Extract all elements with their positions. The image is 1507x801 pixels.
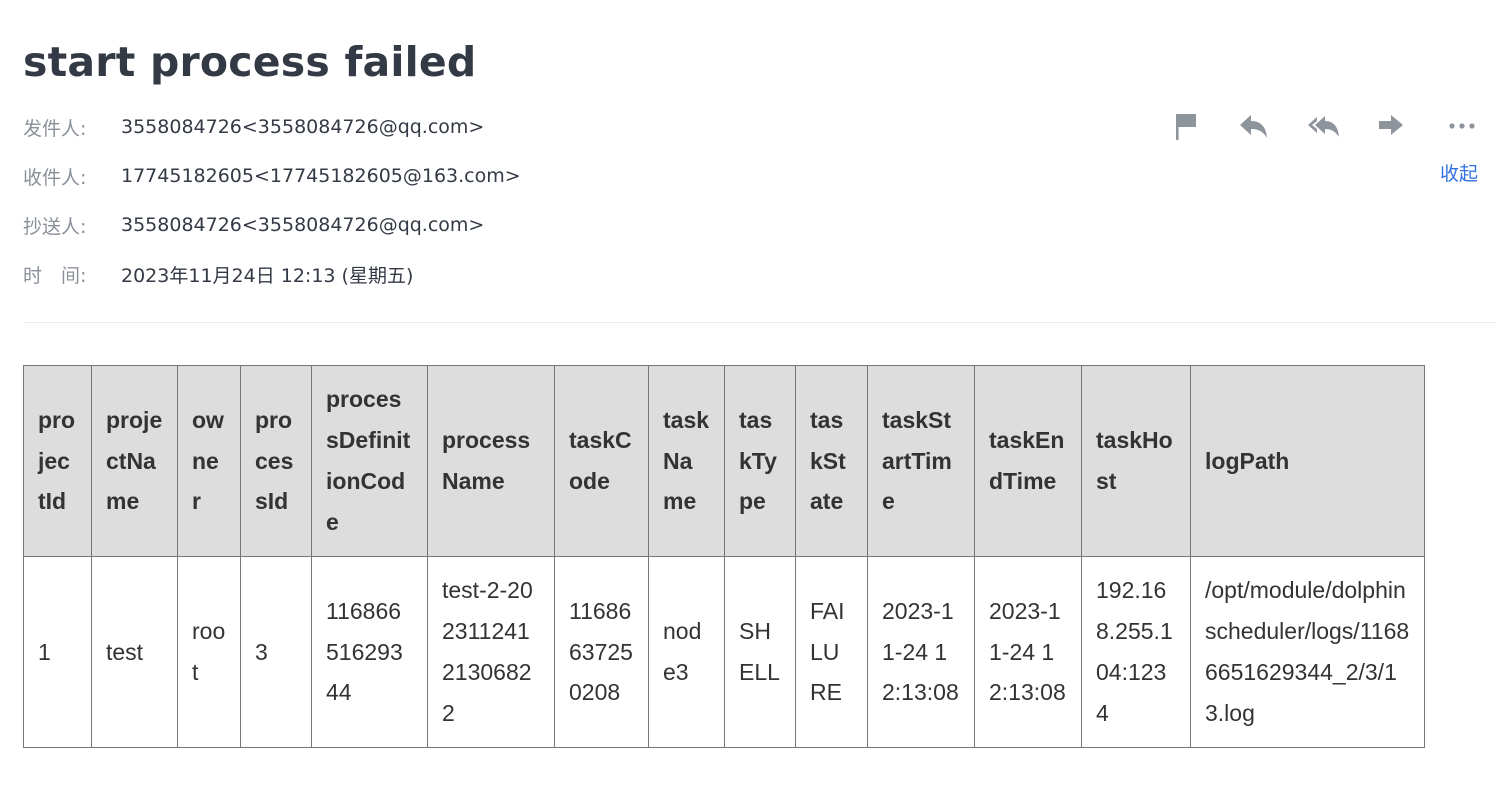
table-cell: root xyxy=(177,556,241,748)
column-header: processDefinitionCode xyxy=(311,365,428,557)
more-icon xyxy=(1449,123,1475,129)
column-header: logPath xyxy=(1190,365,1425,557)
time-value: 2023年11月24日 12:13 (星期五) xyxy=(121,264,414,287)
email-subject: start process failed xyxy=(23,38,477,86)
reply-all-icon xyxy=(1308,116,1339,137)
column-header: taskStartTime xyxy=(867,365,975,557)
cc-value[interactable]: 3558084726<3558084726@qq.com> xyxy=(121,214,484,236)
table-header-row: projectId projectName owner processId pr… xyxy=(23,365,1425,557)
cc-row: 抄送人: 3558084726<3558084726@qq.com> xyxy=(23,212,484,238)
to-row: 收件人: 17745182605<17745182605@163.com> xyxy=(23,163,521,189)
flag-icon xyxy=(1176,114,1196,140)
column-header: taskCode xyxy=(554,365,649,557)
to-value[interactable]: 17745182605<17745182605@163.com> xyxy=(121,165,521,187)
table-cell: test xyxy=(91,556,178,748)
column-header: taskHost xyxy=(1081,365,1191,557)
column-header: projectId xyxy=(23,365,92,557)
time-label: 时 间: xyxy=(23,264,87,287)
column-header: owner xyxy=(177,365,241,557)
from-label: 发件人: xyxy=(23,117,87,140)
failure-report-table: projectId projectName owner processId pr… xyxy=(23,365,1425,748)
reply-icon xyxy=(1240,115,1267,138)
flag-button[interactable] xyxy=(1164,108,1208,144)
forward-icon xyxy=(1379,115,1403,135)
message-actions-toolbar xyxy=(1160,108,1490,144)
time-row: 时 间: 2023年11月24日 12:13 (星期五) xyxy=(23,261,413,287)
table-cell: /opt/module/dolphinscheduler/logs/116866… xyxy=(1190,556,1425,748)
table-cell: 11686637250208 xyxy=(554,556,649,748)
table-cell: node3 xyxy=(648,556,725,748)
column-header: taskType xyxy=(724,365,796,557)
cc-label: 抄送人: xyxy=(23,215,87,238)
header-divider xyxy=(23,322,1497,323)
from-value[interactable]: 3558084726<3558084726@qq.com> xyxy=(121,116,484,138)
reply-all-button[interactable] xyxy=(1302,108,1346,144)
table-cell: test-2-20231124121306822 xyxy=(427,556,555,748)
from-row: 发件人: 3558084726<3558084726@qq.com> xyxy=(23,114,484,140)
table-cell: 11686651629344 xyxy=(311,556,428,748)
column-header: taskState xyxy=(795,365,868,557)
table-row: 1 test root 3 11686651629344 test-2-2023… xyxy=(23,556,1425,748)
table-cell: 192.168.255.104:1234 xyxy=(1081,556,1191,748)
table-cell: FAILURE xyxy=(795,556,868,748)
to-label: 收件人: xyxy=(23,166,87,189)
reply-button[interactable] xyxy=(1232,108,1276,144)
column-header: processId xyxy=(240,365,312,557)
table-cell: 2023-11-24 12:13:08 xyxy=(974,556,1082,748)
more-button[interactable] xyxy=(1440,108,1484,144)
table-cell: SHELL xyxy=(724,556,796,748)
column-header: projectName xyxy=(91,365,178,557)
column-header: taskName xyxy=(648,365,725,557)
column-header: taskEndTime xyxy=(974,365,1082,557)
collapse-link[interactable]: 收起 xyxy=(1440,159,1478,186)
column-header: processName xyxy=(427,365,555,557)
table-cell: 1 xyxy=(23,556,92,748)
table-cell: 3 xyxy=(240,556,312,748)
table-cell: 2023-11-24 12:13:08 xyxy=(867,556,975,748)
forward-button[interactable] xyxy=(1370,108,1414,144)
